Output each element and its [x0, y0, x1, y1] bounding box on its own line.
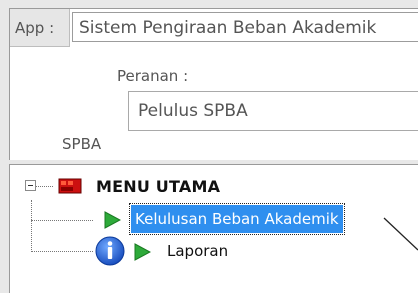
info-icon: [95, 236, 125, 266]
play-icon: [134, 243, 151, 261]
role-value: Pelulus SPBA: [138, 101, 248, 121]
tree-root-label[interactable]: MENU UTAMA: [96, 177, 220, 196]
role-label: Peranan :: [117, 67, 189, 85]
app-label: App :: [15, 19, 55, 37]
tree-item-kelulusan[interactable]: Kelulusan Beban Akademik: [129, 203, 345, 235]
tree-connector: [35, 186, 53, 187]
decorative-line: [383, 217, 418, 251]
app-window: App : Sistem Pengiraan Beban Akademik ▾ …: [0, 0, 418, 293]
menu-folder-icon: [58, 178, 82, 194]
app-select-value: Sistem Pengiraan Beban Akademik: [79, 18, 377, 38]
app-select[interactable]: Sistem Pengiraan Beban Akademik ▾: [72, 12, 418, 42]
selection-panel: App : Sistem Pengiraan Beban Akademik ▾ …: [9, 8, 418, 160]
tree-connector: [31, 200, 32, 250]
play-icon: [104, 211, 121, 229]
system-label: SPBA: [62, 135, 102, 153]
tree-connector: [31, 220, 93, 221]
tree-item-laporan[interactable]: Laporan: [167, 241, 228, 261]
app-label-box: App :: [10, 9, 70, 47]
collapse-toggle-icon[interactable]: [25, 180, 36, 191]
role-field[interactable]: Pelulus SPBA: [128, 91, 418, 131]
tree-connector: [31, 251, 93, 252]
